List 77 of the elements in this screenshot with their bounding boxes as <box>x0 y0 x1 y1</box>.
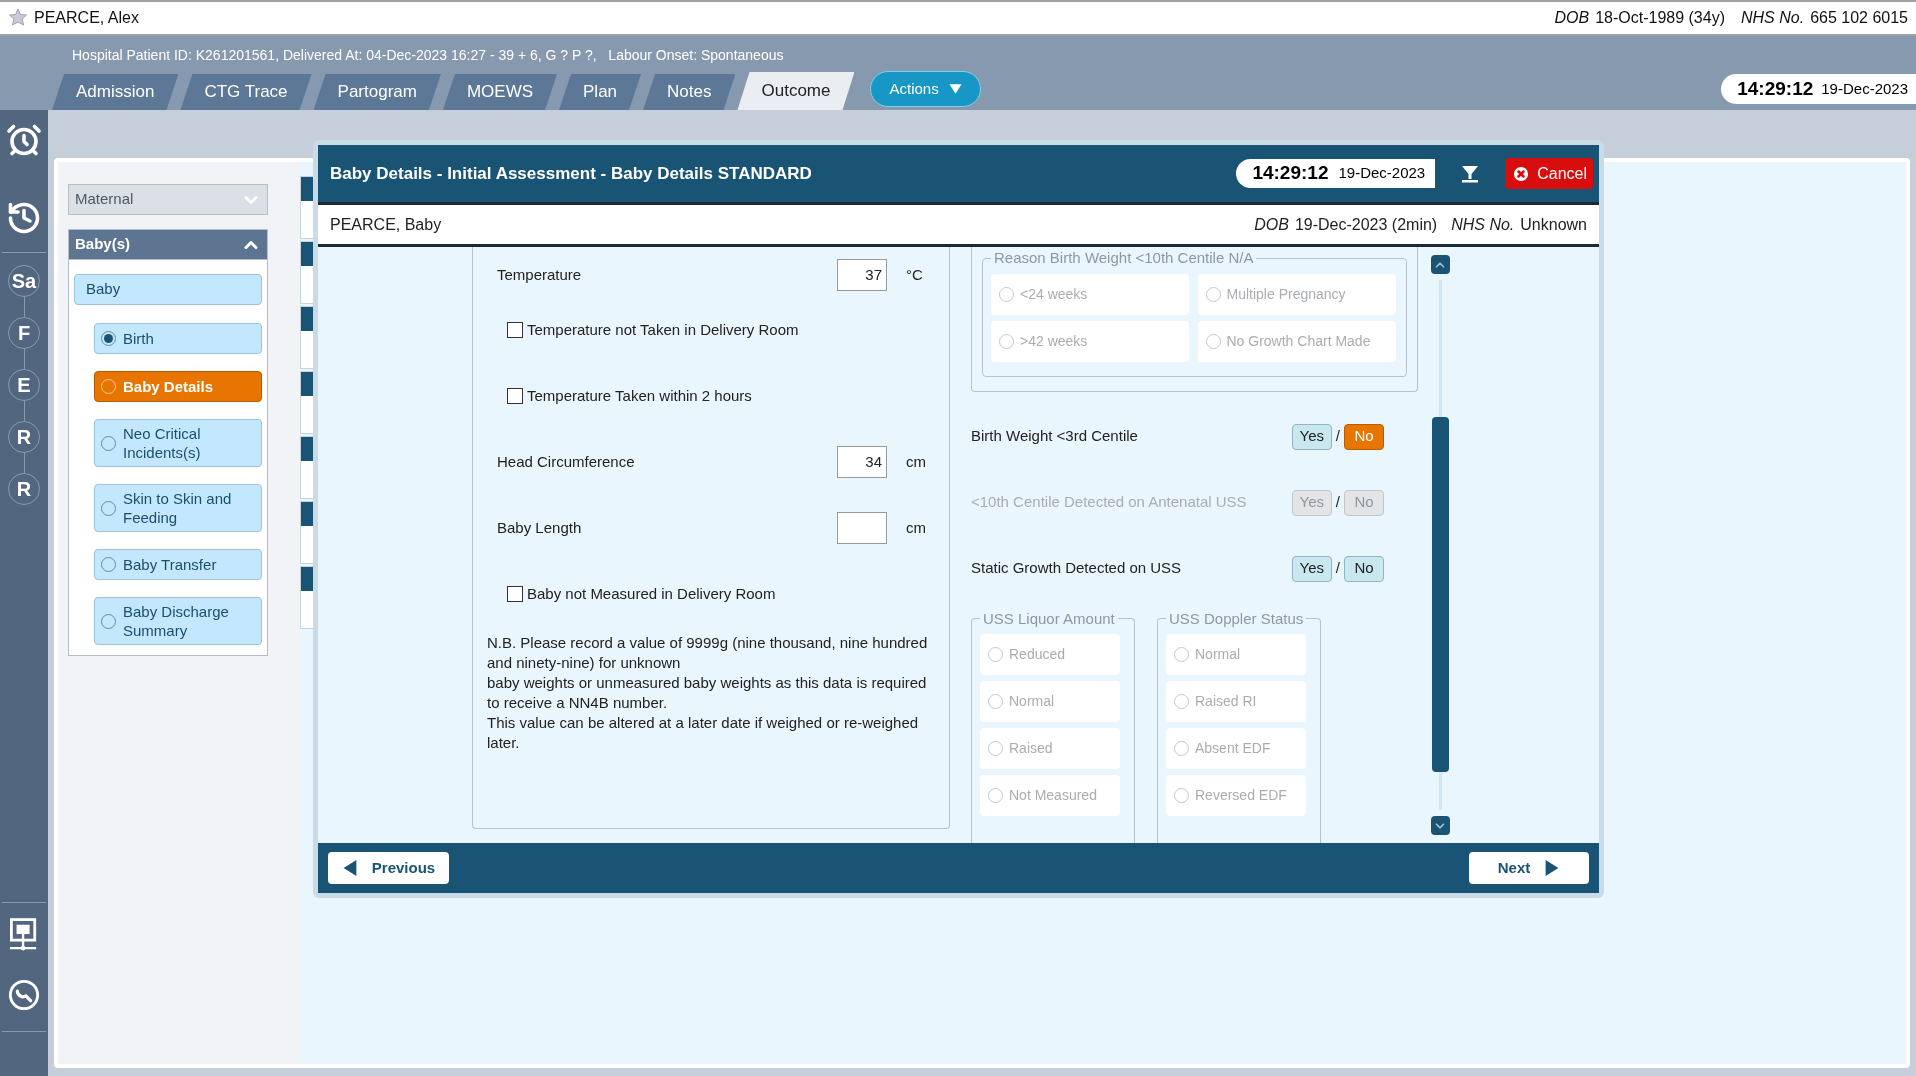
tab[interactable]: Notes <box>643 74 736 110</box>
slash-separator: / <box>1334 558 1341 579</box>
clock-date: 19-Dec-2023 <box>1338 163 1426 184</box>
dob-label: DOB <box>1254 214 1289 235</box>
tab[interactable]: Admission <box>52 74 179 110</box>
clock-date: 19-Dec-2023 <box>1821 78 1908 99</box>
nav-item[interactable]: Baby Transfer <box>94 549 262 580</box>
nav-group[interactable]: Baby <box>74 274 262 305</box>
caret-icon <box>948 83 962 95</box>
field-label: Head Circumference <box>497 451 636 472</box>
dob-label: DOB <box>1554 8 1590 28</box>
next-button[interactable]: Next <box>1469 852 1589 884</box>
group-legend: Reason Birth Weight <10th Centile N/A <box>991 247 1257 270</box>
dialog-title: Baby Details - Initial Assessment - Baby Details STANDARD <box>330 162 812 185</box>
dob-value: 18-Oct-1989 (34y) <box>1595 8 1725 28</box>
group-legend: USS Liquor Amount <box>980 607 1118 630</box>
nav-item[interactable]: Skin to Skin and Feeding <box>94 484 262 532</box>
checkbox-label: Temperature Taken within 2 hours <box>527 385 752 406</box>
tab[interactable]: CTG Trace <box>180 74 312 110</box>
slash-separator: / <box>1334 492 1341 513</box>
history-icon[interactable] <box>6 200 42 236</box>
tab[interactable]: Outcome <box>737 72 855 110</box>
checkbox-label: Temperature not Taken in Delivery Room <box>527 319 799 340</box>
nhs-value: Unknown <box>1520 214 1587 235</box>
alarm-clock-icon[interactable] <box>6 122 42 158</box>
dob-value: 19-Dec-2023 (2min) <box>1294 214 1438 235</box>
nav-item[interactable]: Baby Details <box>94 371 262 402</box>
slash-separator: / <box>1334 426 1341 447</box>
scroll-up-button[interactable] <box>1430 255 1450 274</box>
triangle-left-icon <box>341 860 358 876</box>
question-label: Birth Weight <3rd Centile <box>971 426 1139 447</box>
scroll-down-button[interactable] <box>1430 816 1450 835</box>
scrollbar-thumb[interactable] <box>1431 417 1449 772</box>
number-field[interactable]: 34 <box>837 446 887 478</box>
question-label: Static Growth Detected on USS <box>971 558 1183 579</box>
checkbox-label: Baby not Measured in Delivery Room <box>527 583 776 604</box>
question-label: <10th Centile Detected on Antenatal USS <box>971 492 1248 513</box>
triangle-right-icon <box>1544 860 1561 876</box>
toggle-button[interactable]: No <box>1344 555 1384 582</box>
nav-item[interactable]: Baby Discharge Summary <box>94 597 262 645</box>
clock-time: 14:29:12 <box>1737 76 1814 101</box>
group-legend: USS Doppler Status <box>1166 607 1307 630</box>
nhs-value: 665 102 6015 <box>1810 8 1908 28</box>
toggle-button[interactable]: No <box>1344 423 1384 450</box>
tab[interactable]: Plan <box>559 74 642 110</box>
actions-button[interactable]: Actions <box>870 71 981 107</box>
clock-time: 14:29:12 <box>1252 161 1329 186</box>
nhs-label: NHS No. <box>1451 214 1515 235</box>
note-text: N.B. Please record a value of 9999g (nine thousand, nine hundred and ninety-nine) for unknown baby weights or unmeasured baby weights as this data is required to receive a NN4B number. This value can be altered at a later date if weighed or re-weighed later. <box>487 633 929 753</box>
wrench-icon[interactable] <box>8 979 40 1011</box>
nhs-label: NHS No. <box>1741 8 1805 28</box>
nav-item[interactable]: Birth <box>94 323 262 354</box>
filter-icon[interactable] <box>1460 163 1481 184</box>
star-icon <box>8 8 28 28</box>
field-label: Temperature <box>497 264 583 285</box>
number-field[interactable]: 37 <box>837 259 887 291</box>
patient-info-text: Hospital Patient ID: K261201561, Delivered At: 04-Dec-2023 16:27 - 39 + 6, G ? P ?, Labour Onset: Spontaneous <box>72 46 784 65</box>
section-header[interactable]: Baby(s) <box>68 229 268 260</box>
section-header[interactable]: Maternal <box>68 184 268 215</box>
tab[interactable]: MOEWS <box>442 74 558 110</box>
field-label: Baby Length <box>497 517 583 538</box>
network-monitor-icon[interactable] <box>10 917 38 953</box>
cancel-button[interactable]: Cancel <box>1505 158 1593 189</box>
checkbox[interactable] <box>507 586 523 602</box>
toggle-button[interactable]: Yes <box>1291 423 1332 450</box>
previous-button[interactable]: Previous <box>328 852 449 884</box>
unit-label: cm <box>905 517 927 538</box>
subject-name: PEARCE, Baby <box>330 214 442 235</box>
unit-label: °C <box>905 264 924 285</box>
number-field[interactable] <box>837 512 887 544</box>
checkbox[interactable] <box>507 322 523 338</box>
toggle-button[interactable]: Yes <box>1291 555 1332 582</box>
tab[interactable]: Partogram <box>313 74 441 110</box>
unit-label: cm <box>905 451 927 472</box>
patient-name: PEARCE, Alex <box>34 8 139 28</box>
checkbox[interactable] <box>507 388 523 404</box>
nav-item[interactable]: Neo Critical Incidents(s) <box>94 419 262 467</box>
